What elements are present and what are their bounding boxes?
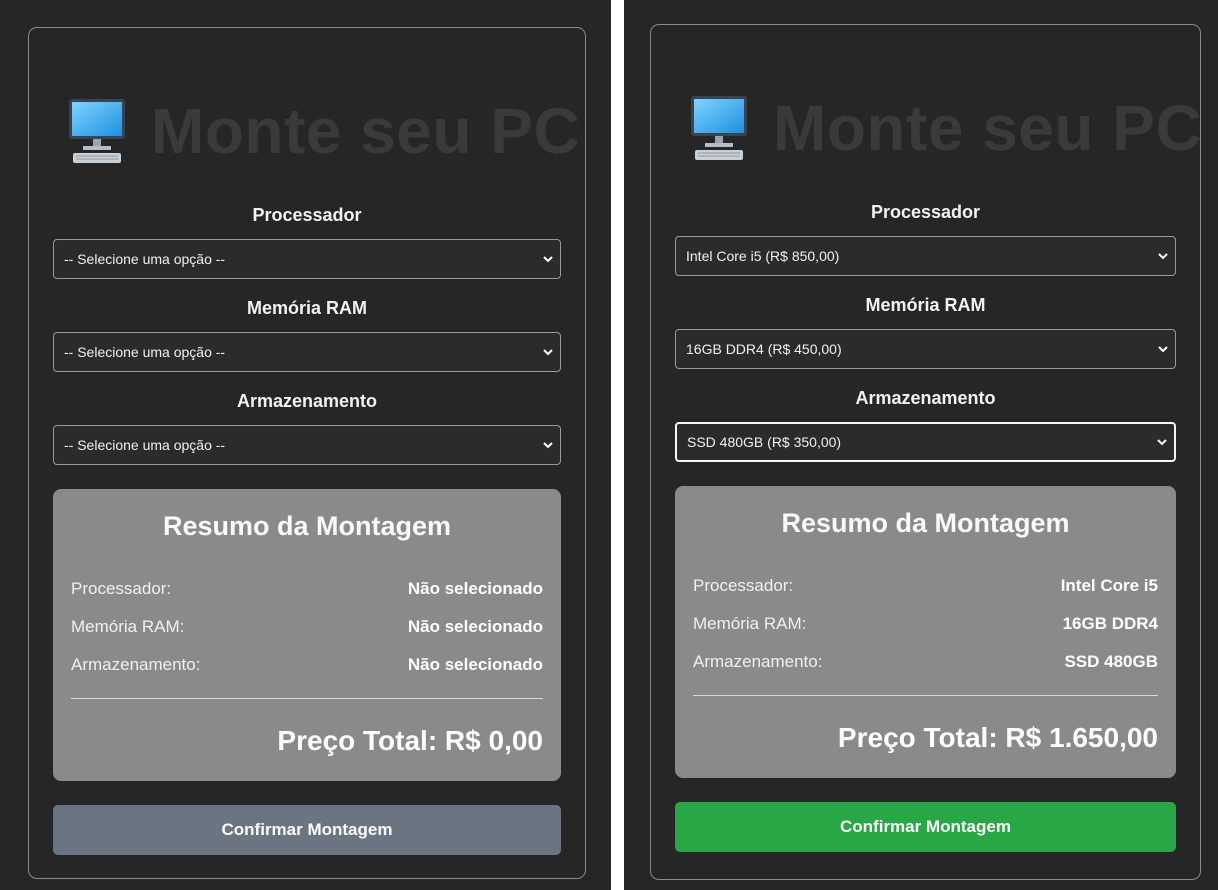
- storage-select-value: -- Selecione uma opção --: [64, 437, 226, 453]
- storage-select[interactable]: SSD 480GB (R$ 350,00): [675, 422, 1176, 462]
- app-title: Monte seu PC: [151, 95, 581, 167]
- total-price: Preço Total: R$ 0,00: [277, 725, 543, 756]
- summary-processor-value: Intel Core i5: [1060, 576, 1158, 595]
- summary-ram-label: Memória RAM:: [71, 617, 185, 636]
- processor-select-value: -- Selecione uma opção --: [64, 251, 226, 267]
- builder-card: Monte seu PC Processador -- Selecione um…: [28, 27, 586, 879]
- storage-select[interactable]: -- Selecione uma opção --: [53, 425, 561, 465]
- storage-select-value: SSD 480GB (R$ 350,00): [687, 434, 842, 450]
- summary-processor-label: Processador:: [693, 576, 794, 595]
- chevron-down-icon: [543, 256, 553, 263]
- summary-processor-label: Processador:: [71, 579, 172, 598]
- summary-storage-label: Armazenamento:: [693, 652, 823, 671]
- summary-row-ram: Memória RAM: 16GB DDR4: [693, 605, 1158, 643]
- processor-select[interactable]: Intel Core i5 (R$ 850,00): [675, 236, 1176, 276]
- ram-label: Memória RAM: [246, 298, 367, 318]
- processor-label: Processador: [252, 205, 362, 225]
- processor-label: Processador: [870, 202, 981, 222]
- processor-select-value: Intel Core i5 (R$ 850,00): [686, 248, 840, 264]
- header: Monte seu PC: [53, 76, 580, 186]
- confirm-build-button[interactable]: Confirmar Montagem: [675, 802, 1176, 852]
- confirm-build-button[interactable]: Confirmar Montagem: [53, 805, 561, 855]
- chevron-down-icon: [1158, 253, 1168, 260]
- ram-label: Memória RAM: [865, 295, 986, 315]
- header: Monte seu PC: [675, 73, 1202, 183]
- summary-row-processor: Processador: Não selecionado: [71, 570, 543, 608]
- ram-select[interactable]: -- Selecione uma opção --: [53, 332, 561, 372]
- build-summary: Resumo da Montagem Processador: Intel Co…: [675, 486, 1176, 778]
- summary-row-ram: Memória RAM: Não selecionado: [71, 608, 543, 646]
- chevron-down-icon: [1158, 346, 1168, 353]
- ram-select-value: -- Selecione uma opção --: [64, 344, 226, 360]
- summary-storage-label: Armazenamento:: [71, 655, 201, 674]
- summary-title: Resumo da Montagem: [781, 508, 1070, 538]
- build-summary: Resumo da Montagem Processador: Não sele…: [53, 489, 561, 781]
- builder-card: Monte seu PC Processador Intel Core i5 (…: [650, 24, 1202, 880]
- summary-row-processor: Processador: Intel Core i5: [693, 567, 1158, 605]
- storage-label: Armazenamento: [855, 388, 996, 408]
- desktop-computer-icon: [69, 99, 125, 163]
- summary-divider: [693, 695, 1158, 696]
- summary-row-storage: Armazenamento: Não selecionado: [71, 646, 543, 684]
- app-title: Monte seu PC: [773, 92, 1203, 164]
- processor-select[interactable]: -- Selecione uma opção --: [53, 239, 561, 279]
- summary-row-storage: Armazenamento: SSD 480GB: [693, 643, 1158, 681]
- summary-storage-value: Não selecionado: [407, 655, 543, 674]
- pc-builder-empty-state: Monte seu PC Processador -- Selecione um…: [0, 0, 611, 890]
- ram-select[interactable]: 16GB DDR4 (R$ 450,00): [675, 329, 1176, 369]
- summary-processor-value: Não selecionado: [407, 579, 543, 598]
- chevron-down-icon: [543, 442, 553, 449]
- summary-ram-value: Não selecionado: [407, 617, 543, 636]
- summary-ram-label: Memória RAM:: [693, 614, 807, 633]
- summary-title: Resumo da Montagem: [162, 511, 452, 541]
- desktop-computer-icon: [691, 96, 747, 160]
- pc-builder-filled-state: Monte seu PC Processador Intel Core i5 (…: [624, 0, 1218, 890]
- summary-divider: [71, 698, 543, 699]
- chevron-down-icon: [543, 349, 553, 356]
- summary-ram-value: 16GB DDR4: [1062, 614, 1158, 633]
- summary-storage-value: SSD 480GB: [1064, 652, 1158, 671]
- chevron-down-icon: [1157, 439, 1167, 446]
- ram-select-value: 16GB DDR4 (R$ 450,00): [686, 341, 842, 357]
- total-price: Preço Total: R$ 1.650,00: [837, 722, 1158, 753]
- storage-label: Armazenamento: [236, 391, 378, 411]
